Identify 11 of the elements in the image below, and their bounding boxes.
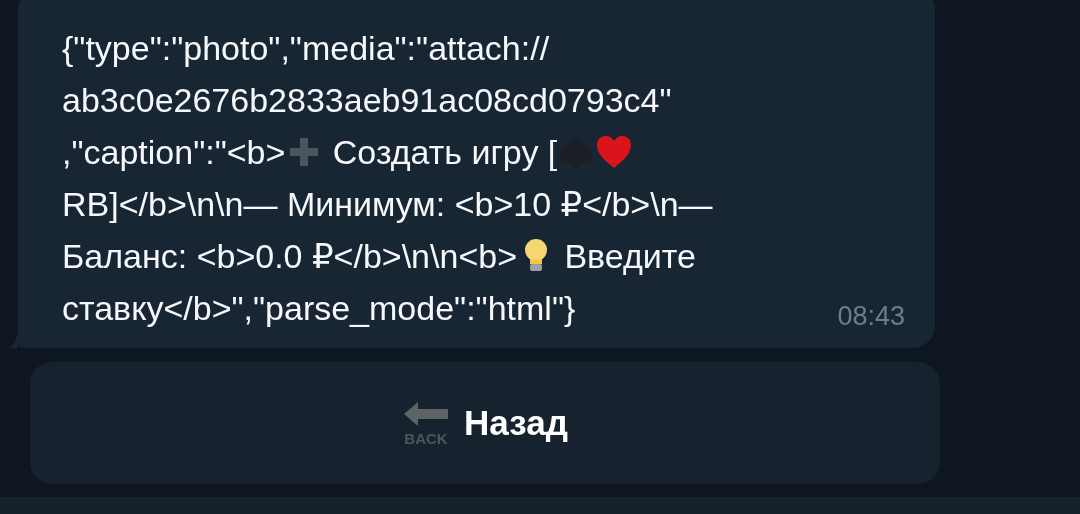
message-text: ,"caption":"<b> [62, 132, 286, 172]
message-text: ставку</b>","parse_mode":"html"} [62, 288, 576, 328]
heart-icon [595, 133, 634, 171]
message-text: Баланс: <b>0.0 ₽</b>\n\n<b> [62, 236, 517, 276]
message-text: {"type":"photo","media":"attach:// [62, 28, 550, 68]
message-time: 08:43 [837, 301, 905, 333]
back-button[interactable]: BACK Назад [30, 362, 940, 484]
message-text: Создать игру [ [331, 132, 558, 172]
message-text: Введите [563, 236, 696, 276]
message-text: ab3c0e2676b2833aeb91ac08cd0793c4" [62, 80, 672, 120]
message-text: RB]</b>\n\n— Минимум: <b>10 ₽</b>\n— [62, 184, 713, 224]
